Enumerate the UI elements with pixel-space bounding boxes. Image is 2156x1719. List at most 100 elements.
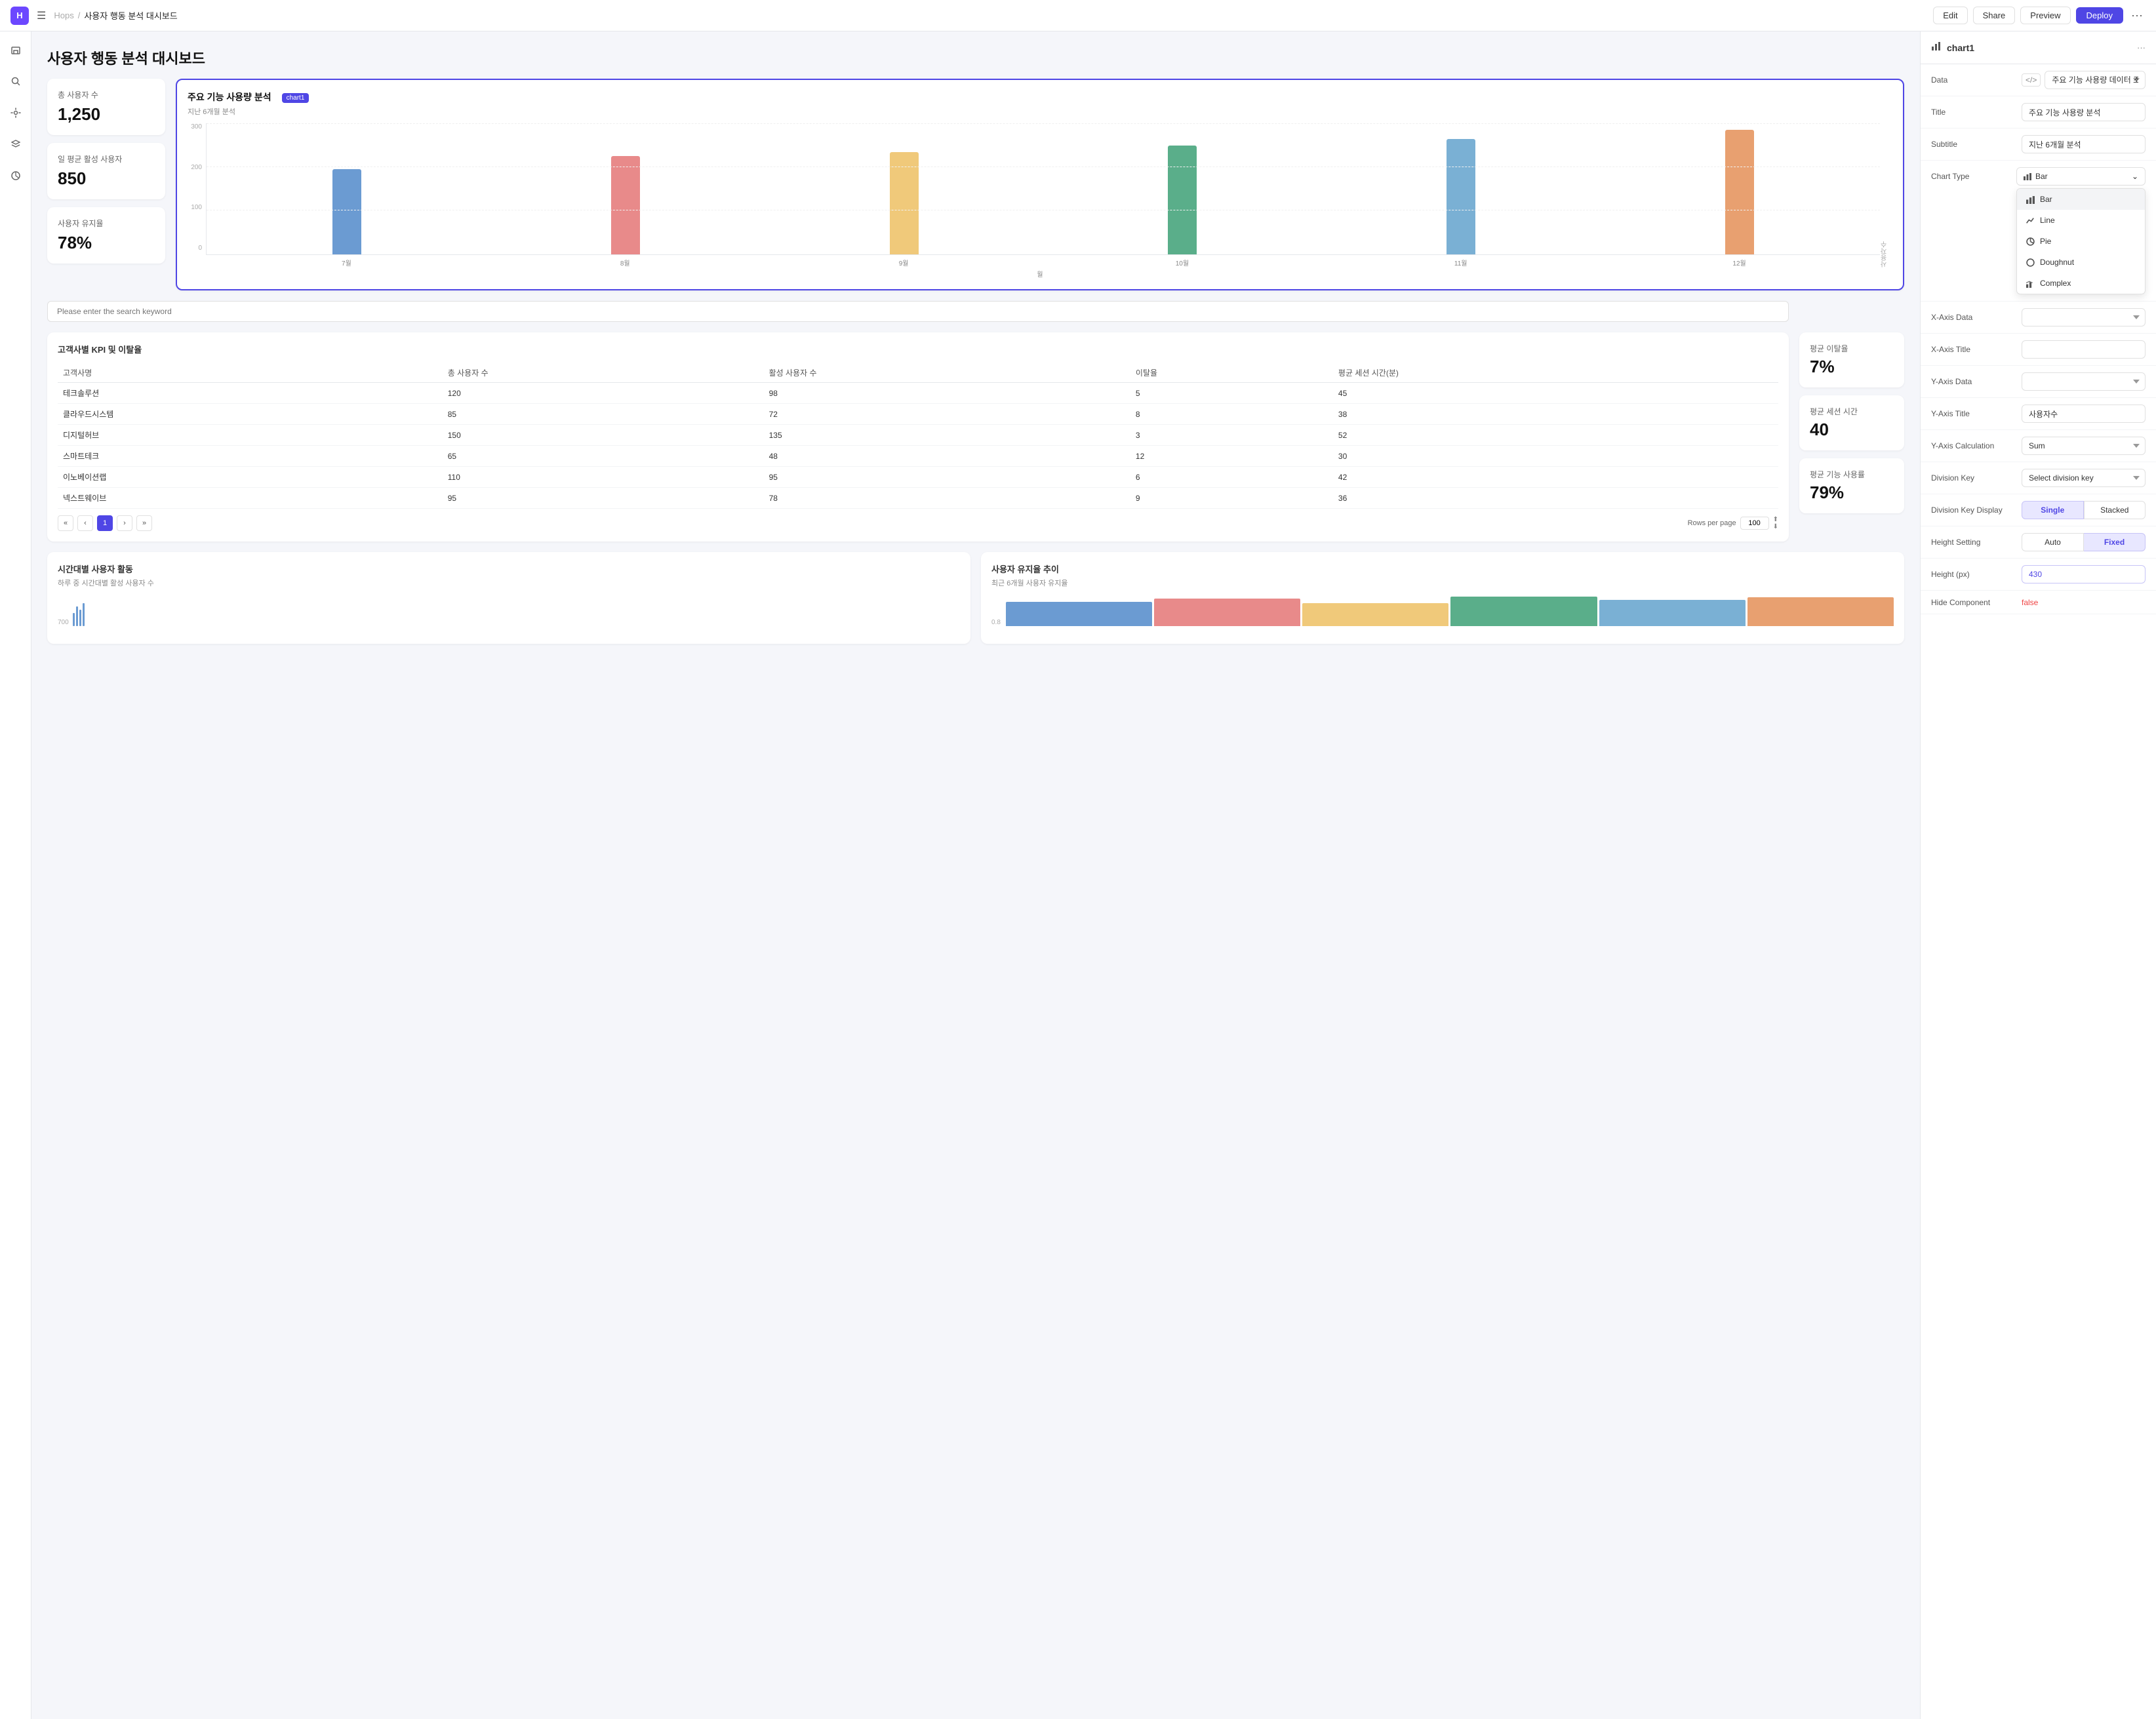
dropdown-item-bar[interactable]: Bar (2017, 189, 2145, 210)
panel-yaxis-data-wrapper (2022, 372, 2146, 391)
cell-churn: 9 (1130, 488, 1333, 509)
table-row: 스마트테크 65 48 12 30 (58, 446, 1778, 467)
panel-subtitle-input[interactable] (2022, 135, 2146, 153)
sidebar-icon-chart[interactable] (5, 165, 26, 186)
yaxis-calc-select[interactable]: Sum (2022, 437, 2146, 455)
table-row: 이노베이션랩 110 95 6 42 (58, 467, 1778, 488)
dropdown-item-bar-label: Bar (2040, 195, 2052, 204)
panel-xaxis-title-input[interactable] (2022, 340, 2146, 359)
edit-button[interactable]: Edit (1933, 7, 1967, 24)
toggle-single-btn[interactable]: Single (2022, 501, 2084, 519)
y-axis-0: 0 (198, 245, 202, 252)
customer-table-card: 고객사별 KPI 및 이탈율 고객사명 총 사용자 수 활성 사용자 수 이탈율… (47, 332, 1789, 542)
stat-column: 평균 이탈율 7% 평균 세션 시간 40 평균 기능 사용률 79% (1799, 332, 1904, 542)
panel-chart-type-wrapper: Bar ⌄ (2016, 167, 2146, 186)
cell-active: 48 (764, 446, 1130, 467)
panel-yaxis-calc-label: Y-Axis Calculation (1931, 441, 2016, 450)
division-key-toggle-group: Single Stacked (2022, 501, 2146, 519)
height-fixed-btn[interactable]: Fixed (2084, 533, 2146, 551)
dropdown-item-line[interactable]: Line (2017, 210, 2145, 231)
rows-per-page-label: Rows per page (1688, 519, 1736, 527)
panel-row-division-key: Division Key Select division key (1921, 462, 2156, 494)
more-options-button[interactable]: ··· (2128, 6, 2146, 25)
dropdown-item-doughnut[interactable]: Doughnut (2017, 252, 2145, 273)
dropdown-item-complex[interactable]: Complex (2017, 273, 2145, 294)
main-layout: 사용자 행동 분석 대시보드 총 사용자 수 1,250 일 평균 활성 사용자… (0, 31, 2156, 1719)
sidebar-icon-layers[interactable] (5, 134, 26, 155)
table-footer: « ‹ 1 › » Rows per page ⬆⬇ (58, 515, 1778, 531)
table-title: 고객사별 KPI 및 이탈율 (58, 343, 1778, 355)
cell-name: 스마트테크 (58, 446, 443, 467)
chart-title: 주요 기능 사용량 분석 (188, 90, 271, 104)
panel-height-px-wrapper (2022, 565, 2146, 583)
xaxis-data-select[interactable] (2022, 308, 2146, 326)
page-next-btn[interactable]: › (117, 515, 132, 531)
panel-row-yaxis-calc: Y-Axis Calculation Sum (1921, 430, 2156, 462)
sidebar-icon-settings[interactable] (5, 102, 26, 123)
y-axis-200: 200 (191, 164, 202, 171)
panel-subtitle-input-wrapper (2022, 135, 2146, 153)
kpi-label-active-users: 일 평균 활성 사용자 (58, 153, 155, 165)
retention-y-label: 0.8 (991, 619, 1001, 626)
cell-active: 78 (764, 488, 1130, 509)
cell-total: 85 (443, 404, 764, 425)
division-key-select[interactable]: Select division key (2022, 469, 2146, 487)
deploy-button[interactable]: Deploy (2076, 7, 2123, 24)
height-auto-btn[interactable]: Auto (2022, 533, 2084, 551)
panel-yaxis-data-label: Y-Axis Data (1931, 377, 2016, 386)
kpi-value-active-users: 850 (58, 168, 155, 189)
kpi-card-active-users: 일 평균 활성 사용자 850 (47, 143, 165, 199)
yaxis-data-select[interactable] (2022, 372, 2146, 391)
breadcrumb: Hops / 사용자 행동 분석 대시보드 (54, 9, 1933, 22)
left-sidebar (0, 31, 31, 1719)
panel-title-input[interactable] (2022, 103, 2146, 121)
share-button[interactable]: Share (1973, 7, 2016, 24)
panel-more-button[interactable]: ··· (2137, 43, 2146, 52)
x-axis-title: 월 (188, 269, 1892, 279)
preview-button[interactable]: Preview (2020, 7, 2070, 24)
retention-chart-card: 사용자 유지율 추이 최근 6개월 사용자 유지율 0.8 (981, 552, 1904, 644)
panel-height-px-input[interactable] (2022, 565, 2146, 583)
chart-type-dropdown: Bar Line Pie Doughnut (2016, 188, 2146, 294)
retention-chart-sub: 최근 6개월 사용자 유지율 (991, 578, 1894, 588)
chart-type-select[interactable]: Bar ⌄ (2016, 167, 2146, 186)
panel-row-title: Title (1921, 96, 2156, 128)
top-row: 총 사용자 수 1,250 일 평균 활성 사용자 850 사용자 유지율 78… (47, 79, 1904, 290)
panel-title-label: Title (1931, 108, 2016, 117)
search-input[interactable] (47, 301, 1789, 322)
page-last-btn[interactable]: » (136, 515, 152, 531)
dropdown-item-pie[interactable]: Pie (2017, 231, 2145, 252)
panel-height-px-label: Height (px) (1931, 570, 2016, 579)
panel-yaxis-title-input[interactable] (2022, 405, 2146, 423)
sidebar-icon-search[interactable] (5, 71, 26, 92)
cell-name: 이노베이션랩 (58, 467, 443, 488)
sidebar-icon-home[interactable] (5, 39, 26, 60)
panel-row-division-key-display: Division Key Display Single Stacked (1921, 494, 2156, 526)
panel-row-data: Data </> 주요 기능 사용량 데이터 조회 (1921, 64, 2156, 96)
stat-value-churn: 7% (1810, 357, 1894, 377)
rows-per-page-input[interactable] (1740, 517, 1769, 530)
x-label-sep: 9월 (769, 258, 1039, 267)
menu-icon[interactable]: ☰ (37, 9, 46, 22)
stat-value-feature-usage: 79% (1810, 483, 1894, 503)
breadcrumb-page: 사용자 행동 분석 대시보드 (84, 9, 177, 22)
panel-row-xaxis-data: X-Axis Data (1921, 302, 2156, 334)
table-row: 디지털허브 150 135 3 52 (58, 425, 1778, 446)
page-first-btn[interactable]: « (58, 515, 73, 531)
data-source-select[interactable]: 주요 기능 사용량 데이터 조회 (2045, 71, 2146, 89)
toggle-stacked-btn[interactable]: Stacked (2084, 501, 2146, 519)
x-label-oct: 10월 (1047, 258, 1317, 267)
col-header-total: 총 사용자 수 (443, 363, 764, 383)
code-toggle-icon[interactable]: </> (2022, 73, 2041, 87)
panel-division-key-display-toggle: Single Stacked (2022, 501, 2146, 519)
y-axis-side-label: 사용자수 (1880, 123, 1892, 267)
cell-total: 95 (443, 488, 764, 509)
right-panel: chart1 ··· Data </> 주요 기능 사용량 데이터 조회 Ti (1920, 31, 2156, 1719)
cell-active: 135 (764, 425, 1130, 446)
dropdown-item-doughnut-label: Doughnut (2040, 258, 2074, 267)
page-1-btn[interactable]: 1 (97, 515, 113, 531)
page-prev-btn[interactable]: ‹ (77, 515, 93, 531)
bottom-row: 시간대별 사용자 활동 하루 중 시간대별 활성 사용자 수 700 사용자 유… (47, 552, 1904, 644)
middle-row: 고객사별 KPI 및 이탈율 고객사명 총 사용자 수 활성 사용자 수 이탈율… (47, 332, 1904, 542)
rows-per-page-stepper[interactable]: ⬆⬇ (1773, 516, 1778, 530)
